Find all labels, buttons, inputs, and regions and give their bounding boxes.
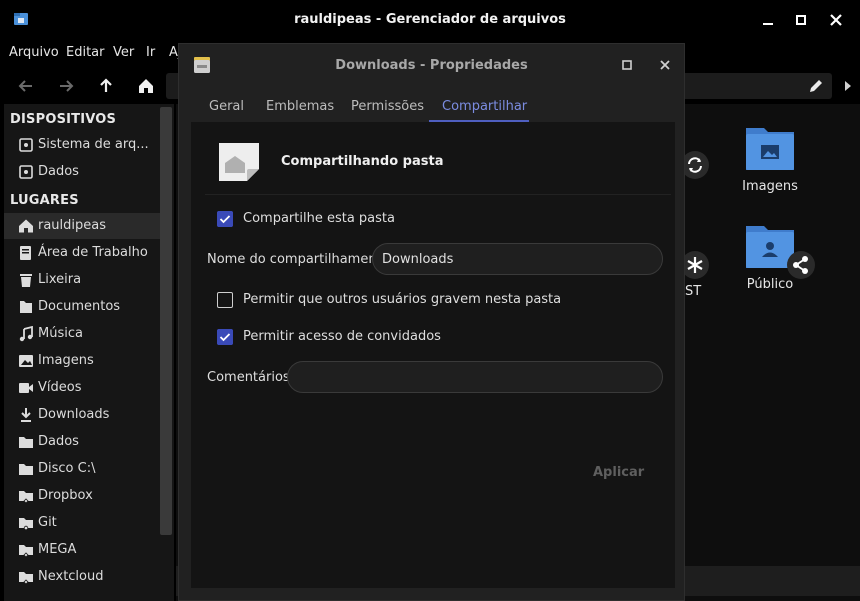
edit-path-icon[interactable] [808, 78, 824, 94]
cloud-folder-icon [19, 572, 33, 585]
sidebar-item-git[interactable]: Git [4, 510, 160, 536]
close-icon[interactable] [655, 55, 675, 75]
share-name-field[interactable] [372, 243, 663, 275]
drive-icon [19, 138, 33, 152]
sidebar-item-label: Documentos [38, 299, 121, 314]
title-bar: rauldipeas - Gerenciador de arquivos [0, 0, 860, 40]
panel-heading: Compartilhando pasta [281, 154, 444, 169]
home-icon [19, 219, 33, 233]
cloud-folder-icon [19, 491, 33, 504]
sidebar-item-label: Downloads [38, 407, 110, 422]
up-arrow-icon[interactable] [94, 74, 118, 98]
document-icon [20, 301, 32, 313]
maximize-icon[interactable] [791, 10, 811, 30]
window-title: rauldipeas - Gerenciador de arquivos [294, 12, 566, 27]
tab-compartilhar[interactable]: Compartilhar [442, 99, 527, 114]
sidebar-item-dados-drive[interactable]: Dados [4, 159, 160, 185]
folder-icon [19, 437, 33, 448]
sidebar-item-label: rauldipeas [38, 218, 107, 233]
sidebar-item-dados[interactable]: Dados [4, 429, 160, 455]
file-label: Imagens [742, 179, 798, 194]
sidebar-item-label: Dados [38, 434, 79, 449]
share-name-label: Nome do compartilhamento: [207, 252, 394, 267]
image-icon [19, 355, 33, 367]
properties-dialog: Downloads - Propriedades Geral Emblemas … [178, 43, 685, 601]
close-icon[interactable] [826, 10, 846, 30]
menu-ver[interactable]: Ver [113, 45, 134, 60]
sidebar-item-label: Imagens [38, 353, 94, 368]
guest-access-label: Permitir acesso de convidados [243, 329, 441, 344]
sidebar-item-mega[interactable]: MEGA [4, 537, 160, 563]
forward-arrow-icon[interactable] [54, 74, 78, 98]
sidebar-heading-places: LUGARES [10, 193, 79, 208]
chevron-right-icon[interactable] [842, 78, 854, 94]
apply-button[interactable]: Aplicar [593, 465, 644, 480]
sidebar-item-label: Música [38, 326, 83, 341]
maximize-icon[interactable] [619, 57, 635, 73]
share-folder-label: Compartilhe esta pasta [243, 211, 395, 226]
sidebar-item-desktop[interactable]: Área de Trabalho [4, 240, 160, 266]
sidebar-item-disco-c[interactable]: Disco C:\ [4, 456, 160, 482]
sidebar-scrollbar[interactable] [160, 107, 172, 535]
sidebar-item-label: Nextcloud [38, 569, 104, 584]
shared-folder-icon [219, 143, 259, 181]
share-emblem-icon [787, 251, 815, 279]
sidebar-item-images[interactable]: Imagens [4, 348, 160, 374]
sidebar-item-documents[interactable]: Documentos [4, 294, 160, 320]
sidebar-item-nextcloud[interactable]: Nextcloud [4, 564, 160, 590]
menu-arquivo[interactable]: Arquivo [9, 45, 59, 60]
minimize-icon[interactable] [758, 10, 778, 30]
tab-geral[interactable]: Geral [209, 99, 244, 114]
sidebar-item-label: Vídeos [38, 380, 82, 395]
video-icon [19, 383, 33, 393]
allow-write-label: Permitir que outros usuários gravem nest… [243, 292, 562, 307]
trash-icon [20, 274, 32, 287]
menu-editar[interactable]: Editar [66, 45, 105, 60]
sidebar-heading-devices: DISPOSITIVOS [10, 112, 117, 127]
cloud-folder-icon [19, 545, 33, 558]
sidebar-item-downloads[interactable]: Downloads [4, 402, 160, 428]
comments-field[interactable] [287, 361, 663, 393]
sidebar-item-label: Área de Trabalho [38, 245, 148, 260]
guest-access-checkbox[interactable] [217, 329, 233, 345]
sidebar-item-label: Sistema de arq... [38, 137, 149, 152]
allow-write-checkbox[interactable] [217, 292, 233, 308]
sidebar-item-trash[interactable]: Lixeira [4, 267, 160, 293]
sidebar-item-videos[interactable]: Vídeos [4, 375, 160, 401]
sidebar-item-label: Dropbox [38, 488, 93, 503]
sidebar-item-dropbox[interactable]: Dropbox [4, 483, 160, 509]
sidebar-item-label: Lixeira [38, 272, 82, 287]
desktop-icon [20, 246, 31, 260]
download-icon [21, 408, 31, 422]
drive-icon [19, 165, 33, 179]
folder-icon [19, 464, 33, 475]
sidebar-item-label: Disco C:\ [38, 461, 96, 476]
sidebar-item-label: Dados [38, 164, 79, 179]
sidebar-item-label: MEGA [38, 542, 77, 557]
folder-icon [19, 518, 33, 531]
tab-emblemas[interactable]: Emblemas [266, 99, 334, 114]
sidebar-item-label: Git [38, 515, 57, 530]
dialog-title: Downloads - Propriedades [335, 58, 528, 73]
tab-permissoes[interactable]: Permissões [351, 99, 424, 114]
comments-label: Comentários: [207, 370, 295, 385]
menu-ir[interactable]: Ir [146, 45, 155, 60]
file-label[interactable]: ST [685, 284, 701, 299]
back-arrow-icon[interactable] [14, 74, 38, 98]
share-panel: Compartilhando pasta Compartilhe esta pa… [191, 122, 675, 588]
sidebar-item-home[interactable]: rauldipeas [4, 213, 160, 239]
home-icon[interactable] [134, 74, 158, 98]
share-folder-checkbox[interactable] [217, 211, 233, 227]
sidebar-item-music[interactable]: Música [4, 321, 160, 347]
file-item-imagens[interactable]: Imagens [720, 124, 820, 194]
music-icon [19, 326, 33, 342]
pictures-folder-icon [746, 128, 794, 170]
sidebar-item-sistema[interactable]: Sistema de arq... [4, 132, 160, 158]
divider [205, 194, 671, 195]
sidebar: DISPOSITIVOS Sistema de arq... Dados LUG… [4, 104, 174, 601]
